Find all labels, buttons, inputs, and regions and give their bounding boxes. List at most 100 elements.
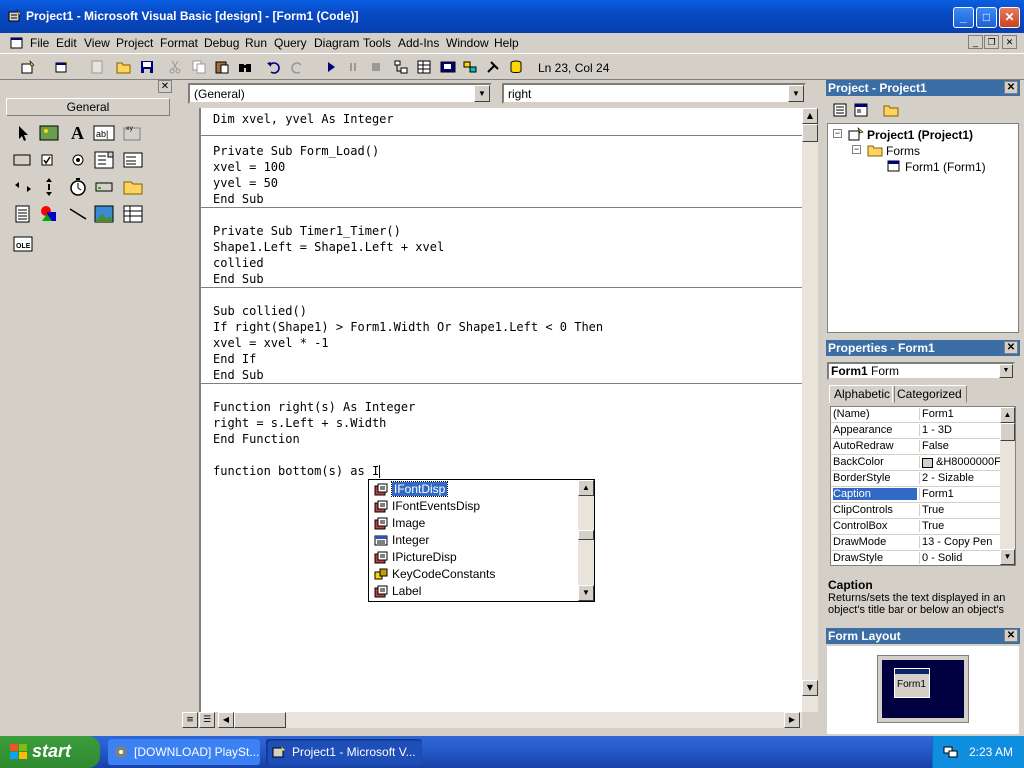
line-icon[interactable]: [67, 203, 89, 225]
form-preview[interactable]: Form1: [894, 668, 930, 698]
code-line-current[interactable]: function bottom(s) as I: [213, 463, 381, 479]
code-window-icon[interactable]: [10, 36, 24, 50]
property-row[interactable]: DrawMode 13 - Copy Pen: [831, 535, 1001, 551]
add-project-icon[interactable]: [20, 59, 36, 75]
scroll-down-button[interactable]: ▼: [1000, 549, 1015, 565]
autocomplete-item[interactable]: IFontDisp: [371, 481, 577, 498]
clock[interactable]: 2:23 AM: [969, 745, 1013, 759]
scroll-left-button[interactable]: ◀: [218, 712, 234, 728]
code-line[interactable]: yvel = 50: [213, 175, 278, 191]
autocomplete-item[interactable]: Image: [371, 515, 577, 532]
scroll-thumb[interactable]: [1000, 423, 1015, 441]
property-row[interactable]: DrawStyle 0 - Solid: [831, 551, 1001, 567]
copy-icon[interactable]: [191, 59, 207, 75]
optionbutton-icon[interactable]: [67, 149, 89, 171]
maximize-button[interactable]: □: [976, 7, 997, 28]
minimize-button[interactable]: _: [953, 7, 974, 28]
scroll-right-button[interactable]: ▶: [784, 712, 800, 728]
menu-add-ins[interactable]: Add-Ins: [398, 36, 439, 50]
menu-debug[interactable]: Debug: [204, 36, 239, 50]
menu-help[interactable]: Help: [494, 36, 519, 50]
autocomplete-item[interactable]: KeyCodeConstants: [371, 566, 577, 583]
taskbar-item[interactable]: [DOWNLOAD] PlaySt...: [108, 739, 260, 765]
data-view-icon[interactable]: [508, 59, 524, 75]
code-line[interactable]: collied: [213, 255, 264, 271]
toolbox-tab-general[interactable]: General: [6, 98, 170, 116]
mdi-restore-button[interactable]: ❐: [984, 35, 999, 49]
object-browser-icon[interactable]: [462, 59, 478, 75]
chevron-down-icon[interactable]: ▼: [788, 85, 804, 102]
property-row-selected[interactable]: Caption Form1: [831, 487, 1001, 503]
code-line[interactable]: right = s.Left + s.Width: [213, 415, 386, 431]
label-icon[interactable]: A: [67, 122, 89, 144]
menu-format[interactable]: Format: [160, 36, 198, 50]
object-selector[interactable]: Form1 Form ▼: [827, 362, 1015, 380]
menu-project[interactable]: Project: [116, 36, 153, 50]
property-row[interactable]: BorderStyle 2 - Sizable: [831, 471, 1001, 487]
shape-icon[interactable]: [38, 203, 60, 225]
code-line[interactable]: Shape1.Left = Shape1.Left + xvel: [213, 239, 444, 255]
chevron-down-icon[interactable]: ▼: [999, 364, 1013, 378]
property-row[interactable]: Appearance 1 - 3D: [831, 423, 1001, 439]
start-icon[interactable]: [323, 59, 339, 75]
undo-icon[interactable]: [266, 59, 282, 75]
autocomplete-item[interactable]: Integer: [371, 532, 577, 549]
code-line[interactable]: Function right(s) As Integer: [213, 399, 415, 415]
start-button[interactable]: start: [0, 736, 100, 768]
property-row[interactable]: BackColor &H8000000F: [831, 455, 1001, 471]
code-line[interactable]: End Sub: [213, 191, 264, 207]
commandbutton-icon[interactable]: [12, 149, 34, 171]
checkbox-icon[interactable]: [38, 149, 60, 171]
scroll-up-button[interactable]: ▲: [578, 480, 594, 496]
menu-tools[interactable]: Tools: [363, 36, 391, 50]
scroll-thumb[interactable]: [234, 712, 286, 728]
code-line[interactable]: End Sub: [213, 367, 264, 383]
close-button[interactable]: ✕: [999, 7, 1020, 28]
form-node[interactable]: Form1 (Form1): [905, 160, 986, 174]
add-form-icon[interactable]: [54, 59, 70, 75]
forms-folder-node[interactable]: Forms: [886, 144, 920, 158]
code-line[interactable]: Sub collied(): [213, 303, 307, 319]
break-icon[interactable]: [345, 59, 361, 75]
autocomplete-item[interactable]: IPictureDisp: [371, 549, 577, 566]
code-line[interactable]: Dim xvel, yvel As Integer: [213, 111, 394, 127]
data-control-icon[interactable]: [122, 203, 144, 225]
network-icon[interactable]: [943, 745, 959, 759]
paste-icon[interactable]: [214, 59, 230, 75]
menu-edit[interactable]: Edit: [56, 36, 77, 50]
procedure-combo[interactable]: right ▼: [502, 83, 806, 104]
scroll-thumb[interactable]: [578, 530, 594, 540]
frame-icon[interactable]: xy: [122, 122, 144, 144]
cut-icon[interactable]: [167, 59, 183, 75]
combobox-icon[interactable]: [93, 149, 115, 171]
view-object-icon[interactable]: [853, 102, 869, 118]
drivelistbox-icon[interactable]: [93, 176, 115, 198]
textbox-icon[interactable]: ab|: [93, 122, 115, 144]
view-code-icon[interactable]: [832, 102, 848, 118]
object-combo[interactable]: (General) ▼: [188, 83, 492, 104]
scroll-down-button[interactable]: ▼: [578, 585, 594, 601]
toolbox-close-button[interactable]: ✕: [158, 80, 172, 93]
procedure-view-icon[interactable]: ≡: [182, 712, 198, 728]
menu-window[interactable]: Window: [446, 36, 489, 50]
code-line[interactable]: xvel = 100: [213, 159, 285, 175]
project-explorer-icon[interactable]: [393, 59, 409, 75]
property-scrollbar[interactable]: ▲ ▼: [1000, 407, 1015, 565]
form-layout-icon[interactable]: [440, 59, 456, 75]
redo-icon[interactable]: [289, 59, 305, 75]
full-module-view-icon[interactable]: ☰: [199, 712, 215, 728]
find-icon[interactable]: [237, 59, 253, 75]
project-tree[interactable]: − Project1 (Project1) − Forms Form1 (For…: [827, 123, 1019, 333]
code-editor[interactable]: Dim xvel, yvel As Integer Private Sub Fo…: [200, 108, 803, 712]
ole-icon[interactable]: OLE: [12, 233, 34, 255]
chevron-down-icon[interactable]: ▼: [474, 85, 490, 102]
autocomplete-list[interactable]: IFontDisp IFontEventsDisp Image Integer …: [368, 479, 595, 602]
timer-icon[interactable]: [67, 176, 89, 198]
code-vertical-scrollbar[interactable]: ▲ ▼: [802, 108, 818, 712]
property-row[interactable]: ControlBox True: [831, 519, 1001, 535]
property-row[interactable]: ClipControls True: [831, 503, 1001, 519]
margin-indicator-bar[interactable]: [180, 108, 200, 712]
code-line[interactable]: End Sub: [213, 271, 264, 287]
end-icon[interactable]: [368, 59, 384, 75]
menu-run[interactable]: Run: [245, 36, 267, 50]
